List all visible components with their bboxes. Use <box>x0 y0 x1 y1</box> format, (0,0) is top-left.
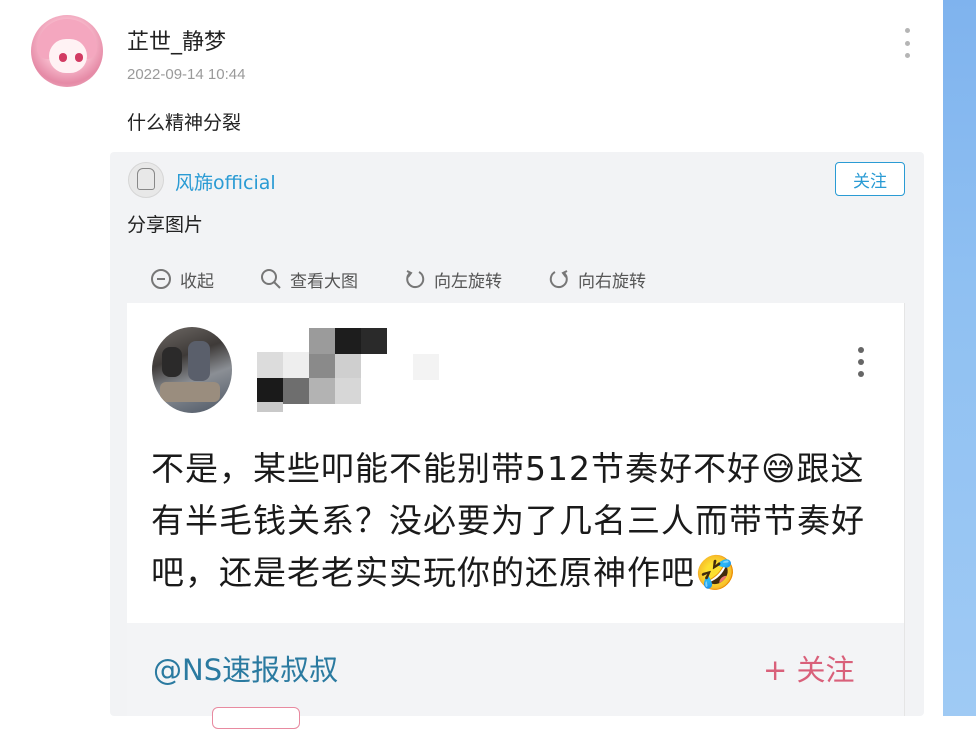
post-timestamp: 2022-09-14 10:44 <box>127 66 246 83</box>
image-follow-label: + 关注 <box>763 653 855 687</box>
image-message: 不是，某些叩能不能别带512节奏好不好😅跟这有半毛钱关系？没必要为了几名三人而带… <box>151 449 865 592</box>
repost-username[interactable]: 风旆official <box>175 168 276 195</box>
censored-name <box>257 328 447 412</box>
view-large-button[interactable]: 查看大图 <box>260 267 358 292</box>
repost-card: 风旆official 关注 分享图片 收起 查看大图 向左旋转 向右旋转 不是，… <box>110 152 924 716</box>
view-large-label: 查看大图 <box>290 271 358 292</box>
rotate-left-label: 向左旋转 <box>434 271 502 292</box>
more-options-icon[interactable] <box>900 28 914 58</box>
rotate-right-label: 向右旋转 <box>578 271 646 292</box>
shared-image[interactable]: 不是，某些叩能不能别带512节奏好不好😅跟这有半毛钱关系？没必要为了几名三人而带… <box>127 303 905 716</box>
rotate-right-icon <box>549 270 568 289</box>
image-toolbar: 收起 查看大图 向左旋转 向右旋转 <box>150 264 692 294</box>
avatar[interactable] <box>31 15 103 87</box>
image-footer: @NS速报叔叔 + 关注 <box>127 623 904 716</box>
repost-text: 分享图片 <box>127 214 204 236</box>
collapse-button[interactable]: 收起 <box>150 267 214 292</box>
image-avatar <box>152 327 232 413</box>
collapse-icon <box>151 269 171 289</box>
window-edge-strip <box>943 0 976 716</box>
image-handle: @NS速报叔叔 <box>153 653 339 687</box>
search-icon <box>261 269 281 289</box>
partial-button[interactable] <box>212 707 300 729</box>
post-text: 什么精神分裂 <box>127 112 242 134</box>
collapse-label: 收起 <box>180 271 214 292</box>
repost-avatar[interactable] <box>128 162 164 198</box>
image-more-icon <box>857 347 865 377</box>
follow-button[interactable]: 关注 <box>835 162 905 196</box>
rotate-left-button[interactable]: 向左旋转 <box>404 267 502 292</box>
username[interactable]: 芷世_静梦 <box>127 24 226 56</box>
rotate-right-button[interactable]: 向右旋转 <box>548 267 646 292</box>
rotate-left-icon <box>406 270 425 289</box>
